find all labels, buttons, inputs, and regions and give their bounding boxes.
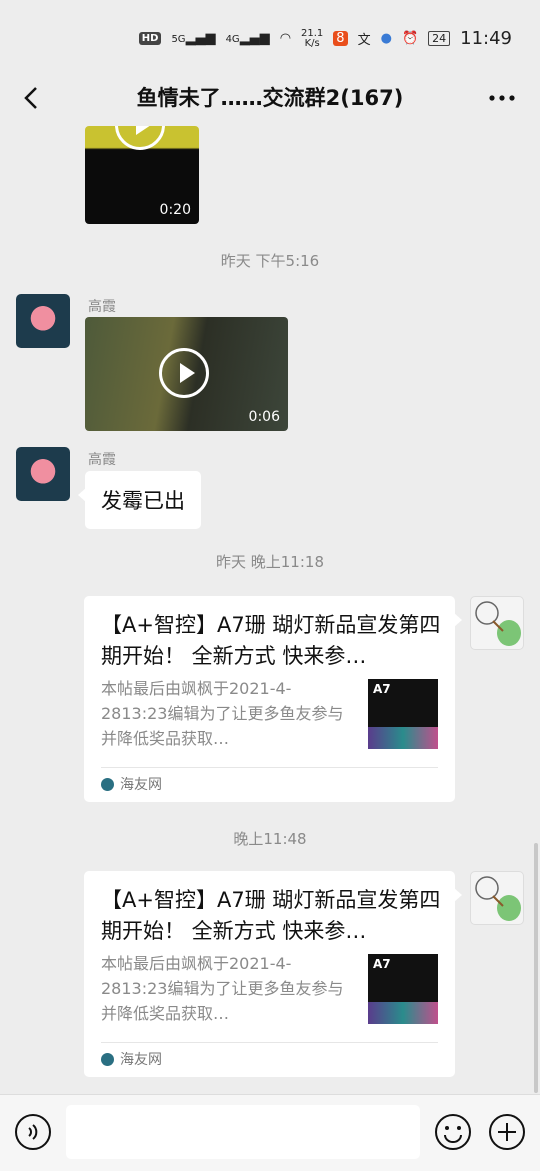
input-bar [0, 1094, 540, 1171]
thumbnail-label: A7 [373, 682, 391, 696]
message-list[interactable]: 0:20 昨天 下午5:16 高霞 0:06 高霞 发霉已出 昨天 晚上11:1… [0, 126, 540, 1094]
video-duration: 0:06 [248, 409, 280, 425]
translate-icon: 文 [357, 33, 371, 48]
source-logo-icon [101, 1052, 114, 1066]
sender-name: 高霞 [88, 299, 116, 315]
divider [101, 767, 438, 768]
sender-name: 高霞 [88, 452, 116, 468]
chat-header: 鱼情未了……交流群2(167) [0, 70, 540, 126]
app-notif-icon: 8 [333, 31, 348, 46]
avatar[interactable] [470, 596, 524, 650]
avatar[interactable] [16, 294, 70, 348]
dinosaur-avatar-icon [475, 876, 521, 921]
card-description: 本帖最后由飒枫于2021-4-2813:23编辑为了让更多鱼友参与并降低奖品获取… [101, 954, 344, 1023]
dinosaur-avatar-icon [475, 601, 521, 646]
card-thumbnail: A7 [368, 679, 438, 749]
link-card[interactable]: 【A+智控】A7珊 瑚灯新品宣发第四期开始！ 全新方式 快来参… 本帖最后由飒枫… [84, 871, 462, 1077]
play-icon[interactable] [159, 348, 209, 398]
avatar[interactable] [470, 871, 524, 925]
video-message[interactable]: 0:06 [85, 317, 288, 431]
thumbnail-label: A7 [373, 957, 391, 971]
browser-icon: ● [380, 31, 392, 46]
battery-level: 24 [432, 32, 447, 45]
time-separator: 昨天 晚上11:18 [216, 553, 324, 571]
divider [101, 1042, 438, 1043]
net-speed: 21.1 K/s [301, 27, 324, 49]
hd-badge: HD [138, 32, 162, 45]
video-message[interactable]: 0:20 [85, 126, 199, 224]
card-source: 海友网 [101, 774, 162, 794]
message-input[interactable] [66, 1105, 420, 1159]
link-card[interactable]: 【A+智控】A7珊 瑚灯新品宣发第四期开始！ 全新方式 快来参… 本帖最后由飒枫… [84, 596, 462, 802]
alarm-icon: ⏰ [401, 31, 419, 46]
card-title: 【A+智控】A7珊 瑚灯新品宣发第四期开始！ 全新方式 快来参… [101, 613, 441, 668]
card-title: 【A+智控】A7珊 瑚灯新品宣发第四期开始！ 全新方式 快来参… [101, 888, 441, 943]
more-dots-icon[interactable] [486, 84, 518, 112]
video-duration: 0:20 [159, 202, 191, 218]
play-icon[interactable] [115, 126, 165, 150]
clock: 11:49 [460, 28, 512, 49]
wifi-icon: ◠ [279, 31, 292, 46]
card-thumbnail: A7 [368, 954, 438, 1024]
message-text: 发霉已出 [101, 489, 185, 513]
scrollbar[interactable] [534, 843, 538, 1093]
card-description: 本帖最后由飒枫于2021-4-2813:23编辑为了让更多鱼友参与并降低奖品获取… [101, 679, 344, 748]
plus-icon[interactable] [488, 1113, 526, 1151]
time-separator: 昨天 下午5:16 [220, 252, 320, 270]
status-bar: HD 5G▂▄▆ 4G▂▄▆ ◠ 21.1 K/s 8 文 ● ⏰ 24 11:… [0, 0, 540, 78]
time-separator: 晚上11:48 [233, 830, 307, 848]
battery-icon: 24 [428, 31, 451, 46]
emoji-icon[interactable] [434, 1113, 472, 1151]
status-icons: HD 5G▂▄▆ 4G▂▄▆ ◠ 21.1 K/s 8 文 ● ⏰ 24 11:… [138, 27, 512, 49]
chat-title: 鱼情未了……交流群2(167) [136, 86, 404, 110]
text-message[interactable]: 发霉已出 [78, 471, 201, 529]
signal-4g-icon: 4G▂▄▆ [225, 31, 270, 46]
source-name: 海友网 [120, 1052, 162, 1068]
signal-5g-icon: 5G▂▄▆ [171, 31, 216, 46]
card-source: 海友网 [101, 1049, 162, 1069]
voice-icon[interactable] [14, 1113, 52, 1151]
source-logo-icon [101, 777, 114, 791]
source-name: 海友网 [120, 777, 162, 793]
avatar[interactable] [16, 447, 70, 501]
